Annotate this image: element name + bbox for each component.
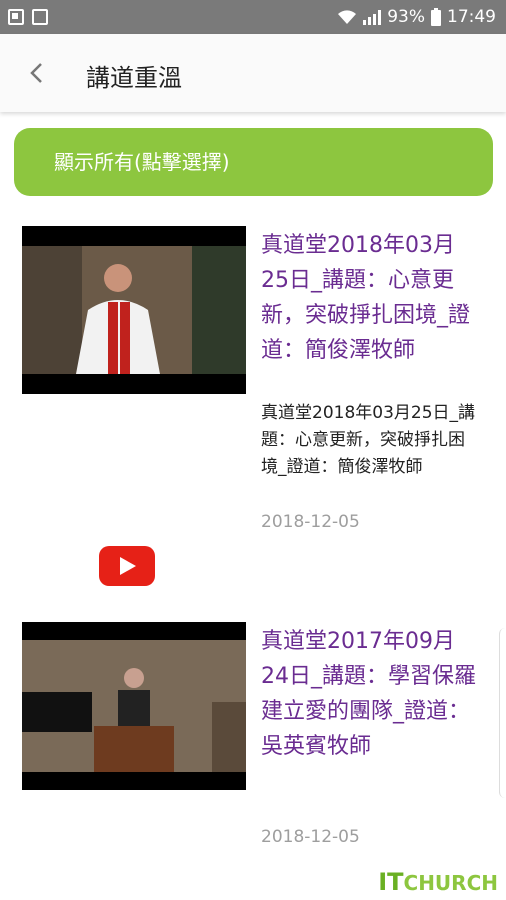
app-bar: 講道重溫 xyxy=(0,34,506,112)
video-title[interactable]: 真道堂2017年09月24日_講題：學習保羅建立愛的團隊_證道：吳英賓牧師 xyxy=(261,624,476,764)
signal-icon xyxy=(363,9,382,25)
video-title[interactable]: 真道堂2018年03月25日_講題：心意更新，突破掙扎困境_證道：簡俊澤牧師 xyxy=(261,228,476,368)
video-thumbnail[interactable] xyxy=(22,622,246,790)
youtube-play-icon[interactable] xyxy=(99,546,155,586)
video-date: 2018-12-05 xyxy=(261,512,360,532)
clock: 17:49 xyxy=(447,7,496,27)
battery-percent: 93% xyxy=(387,7,425,27)
wifi-icon xyxy=(338,10,357,24)
show-all-filter-button[interactable]: 顯示所有(點擊選擇) xyxy=(14,128,493,196)
gallery-notification-icon xyxy=(8,9,24,25)
scroll-indicator xyxy=(499,628,506,798)
back-arrow-icon[interactable] xyxy=(22,56,52,90)
video-date: 2018-12-05 xyxy=(261,827,360,847)
itchurch-logo: ITCHURCH xyxy=(378,868,498,896)
video-description: 真道堂2018年03月25日_講題：心意更新，突破掙扎困境_證道：簡俊澤牧師 xyxy=(261,403,476,477)
video-thumbnail[interactable] xyxy=(22,226,246,394)
page-title: 講道重溫 xyxy=(86,64,182,92)
battery-icon xyxy=(431,8,441,26)
status-indicators: 93% 17:49 xyxy=(337,7,496,27)
notification-icons xyxy=(8,9,48,25)
status-bar: 93% 17:49 xyxy=(0,0,506,34)
screenshot-notification-icon xyxy=(32,9,48,25)
